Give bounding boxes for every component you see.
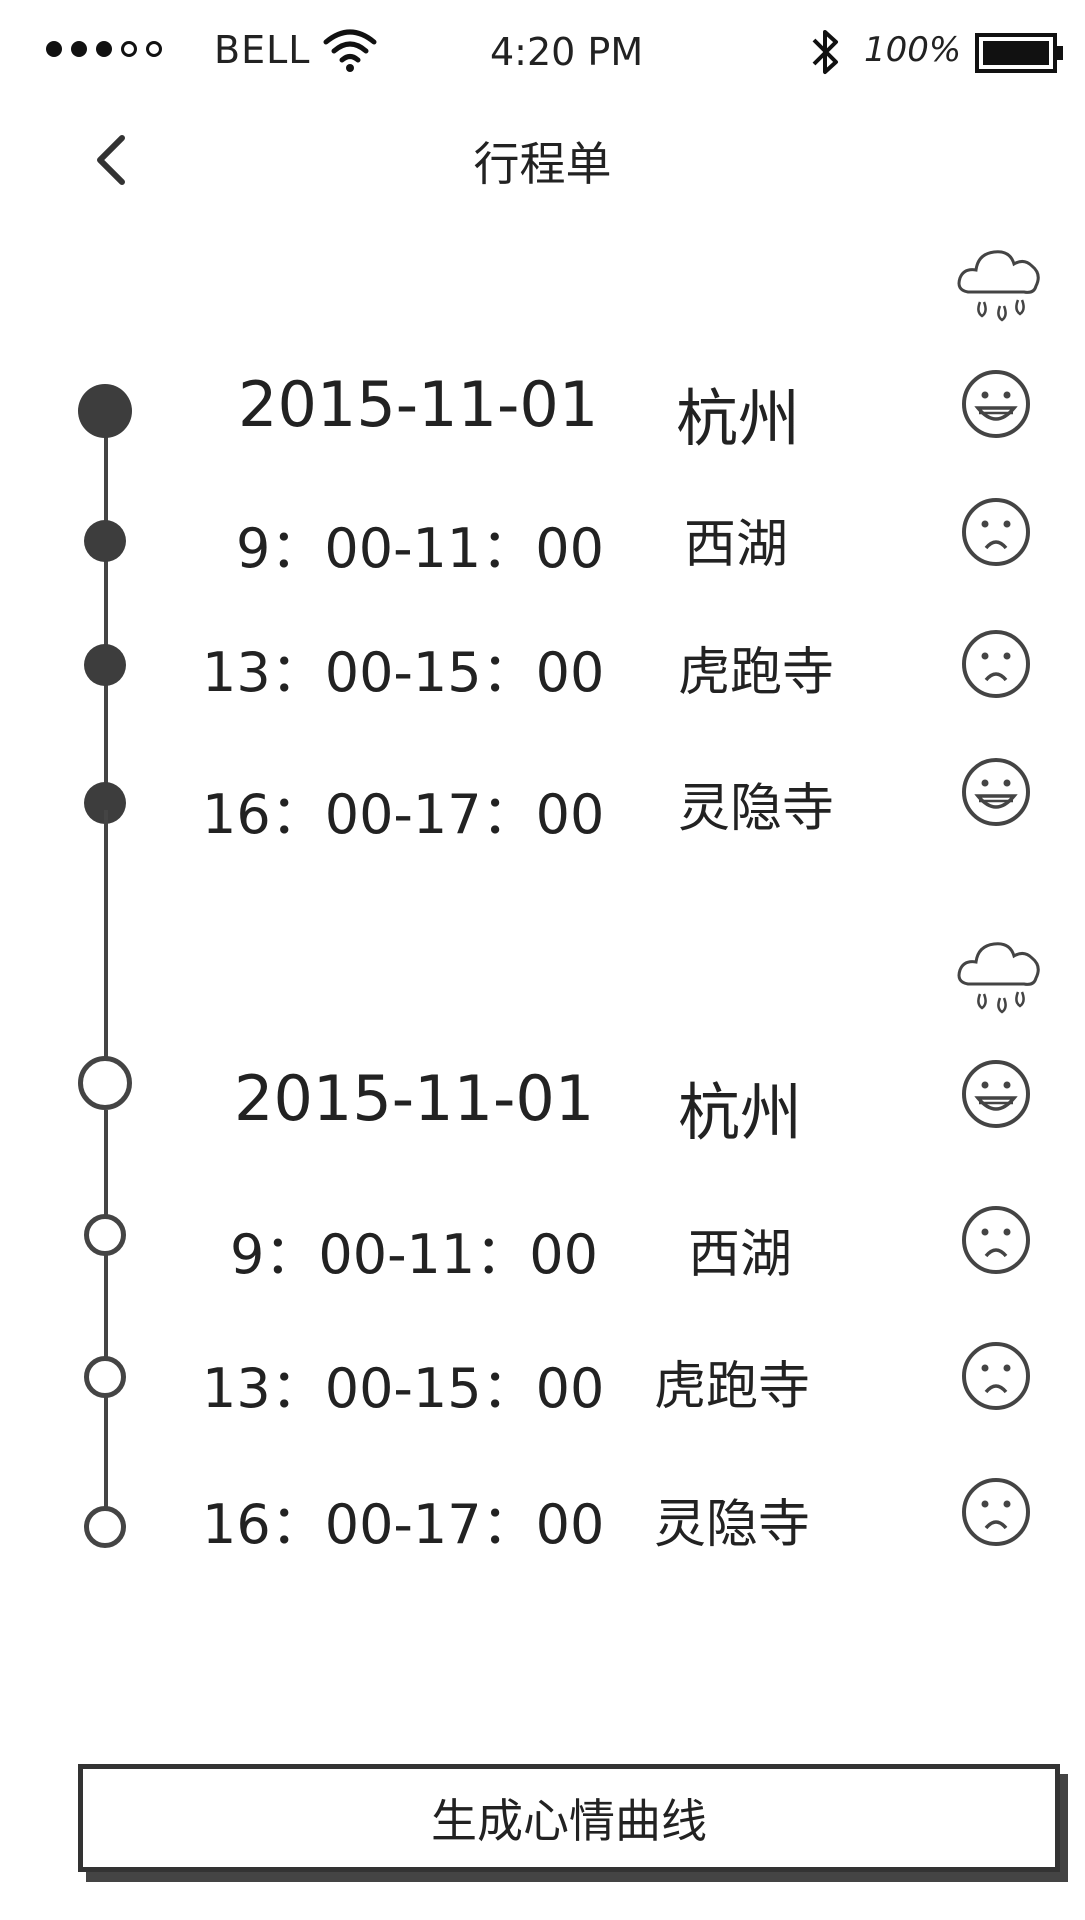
stop-time: 13：00-15：00 [202, 641, 605, 704]
timeline-marker-stop [84, 520, 126, 562]
timeline-marker-stop [84, 1356, 126, 1398]
stop-place: 灵隐寺 [678, 779, 835, 839]
timeline-marker-day [78, 384, 132, 438]
stop-time: 16：00-17：00 [202, 783, 605, 846]
status-time: 4:20 PM [490, 30, 644, 74]
timeline-marker-stop [84, 644, 126, 686]
timeline-marker-stop [84, 1214, 126, 1256]
sad-face-icon[interactable] [960, 1476, 1032, 1548]
sad-face-icon[interactable] [960, 1204, 1032, 1276]
stop-time: 16：00-17：00 [202, 1493, 605, 1556]
day-city: 杭州 [676, 382, 801, 455]
rain-cloud-icon [957, 942, 1040, 1014]
day-date: 2015-11-01 [234, 1062, 595, 1135]
sad-face-icon[interactable] [960, 1340, 1032, 1412]
timeline-line [104, 410, 108, 810]
happy-face-icon[interactable] [960, 756, 1032, 828]
stop-place: 西湖 [688, 1225, 793, 1285]
stop-time: 9：00-11：00 [230, 1223, 598, 1286]
stop-time: 13：00-15：00 [202, 1357, 605, 1420]
stop-place: 虎跑寺 [654, 1357, 811, 1417]
sad-face-icon[interactable] [960, 628, 1032, 700]
carrier-name: BELL [214, 28, 311, 72]
day-date: 2015-11-01 [238, 368, 599, 441]
stop-time: 9：00-11：00 [236, 517, 604, 580]
sad-face-icon[interactable] [960, 496, 1032, 568]
timeline-marker-day [78, 1056, 132, 1110]
stop-place: 灵隐寺 [654, 1495, 811, 1555]
happy-face-icon[interactable] [960, 368, 1032, 440]
battery-percent: 100% [864, 30, 962, 70]
stop-place: 西湖 [684, 515, 789, 575]
timeline-marker-stop [84, 1506, 126, 1548]
timeline-line [104, 1110, 108, 1530]
timeline-line [104, 810, 108, 1080]
signal-strength-icon [46, 36, 186, 62]
battery-icon [975, 33, 1063, 73]
status-bar: BELL 4:20 PM 100% [0, 0, 1085, 100]
page-title: 行程单 [473, 137, 612, 191]
stop-place: 虎跑寺 [678, 643, 835, 703]
rain-cloud-icon [957, 250, 1040, 322]
day-city: 杭州 [678, 1076, 803, 1149]
happy-face-icon[interactable] [960, 1058, 1032, 1130]
generate-mood-curve-button[interactable]: 生成心情曲线 [78, 1764, 1060, 1872]
bluetooth-icon [812, 30, 838, 74]
wifi-icon [323, 29, 377, 72]
